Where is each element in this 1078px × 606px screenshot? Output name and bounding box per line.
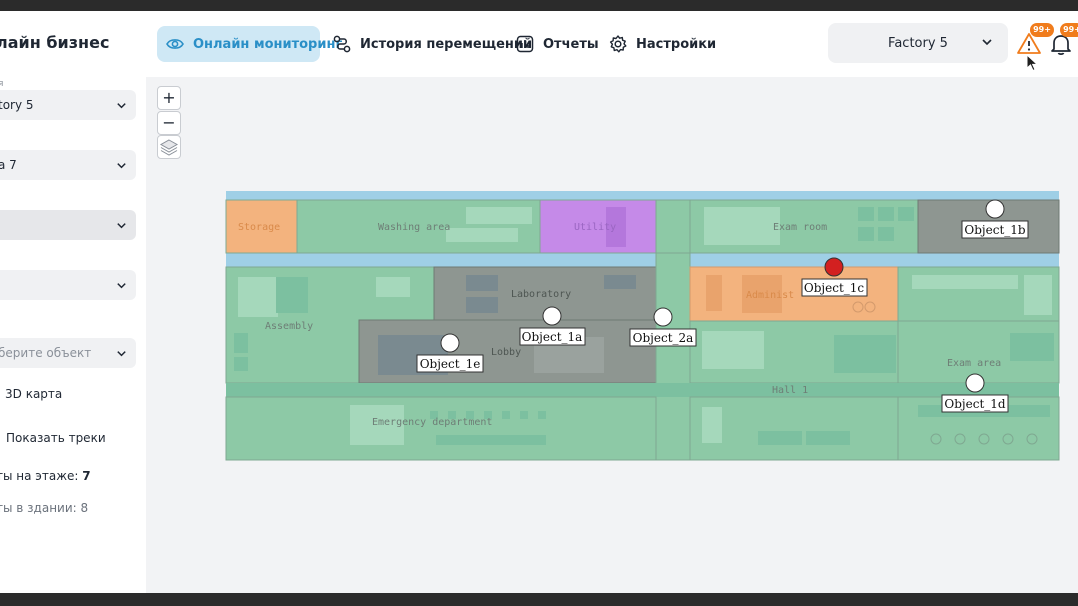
stat-objects-on-floor: ты на этаже: 7	[0, 469, 91, 483]
nav-label: Настройки	[636, 36, 717, 52]
room-label: Emergency department	[372, 417, 492, 428]
object-label: Object_1d	[944, 397, 1006, 411]
room-furniture	[806, 431, 850, 445]
room-label: Utility	[574, 222, 616, 233]
corridor-vertical	[655, 252, 691, 461]
factory-select-value: Factory 5	[888, 35, 948, 51]
app-window: лайн бизнес Онлайн мониторинг История пе…	[0, 11, 1078, 593]
type-select[interactable]	[0, 270, 136, 300]
stat-building-value: 8	[80, 501, 89, 515]
building-select-value: tory 5	[0, 98, 34, 112]
room-furniture	[834, 335, 896, 373]
room-exam-furniture	[858, 207, 874, 221]
hall-1[interactable]	[226, 383, 1059, 397]
zoom-out-button[interactable]: −	[157, 111, 181, 135]
layers-button[interactable]	[157, 135, 181, 159]
room-emergency-furniture	[538, 411, 546, 419]
room-laboratory-furniture	[466, 297, 498, 313]
sidebar: я tory 5 а 7 берите объект 3D карта Пока…	[0, 77, 146, 593]
map-viewport[interactable]: Storage Washing area Utility Exam room L…	[146, 77, 1078, 593]
building-field-label: я	[0, 79, 4, 89]
chevron-down-icon	[982, 39, 992, 46]
stat-floor-label: ты на этаже:	[0, 469, 79, 483]
object-select-placeholder: берите объект	[0, 346, 92, 360]
object-label: Object_1e	[420, 357, 481, 371]
room-exam-furniture	[878, 227, 894, 241]
mouse-cursor-icon	[1026, 54, 1039, 72]
room-laboratory-furniture	[604, 275, 636, 289]
chart-icon	[516, 35, 534, 53]
nav-label: Онлайн мониторинг	[193, 36, 343, 52]
room-assembly-furniture	[276, 277, 308, 313]
room-label: Administ	[746, 290, 794, 301]
object-label: Object_1a	[522, 330, 583, 344]
object-label: Object_2a	[633, 331, 694, 345]
room-furniture	[912, 275, 1018, 289]
floor-plan[interactable]: Storage Washing area Utility Exam room L…	[146, 77, 1078, 593]
room-assembly-furniture	[234, 357, 248, 371]
chevron-down-icon	[117, 103, 126, 109]
toggle-3d-map[interactable]: 3D карта	[5, 387, 62, 401]
object-label: Object_1b	[964, 223, 1026, 237]
corridor-vertical	[655, 199, 691, 254]
room-furniture	[702, 331, 764, 369]
room-emergency-furniture	[520, 411, 528, 419]
zone-select[interactable]	[0, 210, 136, 240]
room-exam-furniture	[858, 227, 874, 241]
room-emergency-furniture	[436, 435, 546, 445]
room-exam-furniture	[898, 207, 914, 221]
object-label: Object_1c	[804, 281, 865, 295]
stat-objects-in-building: ты в здании: 8	[0, 501, 88, 515]
room-label: Washing area	[378, 222, 450, 233]
chevron-down-icon	[117, 351, 126, 357]
toggle-show-tracks[interactable]: Показать треки	[6, 431, 106, 445]
floor-select-value: а 7	[0, 158, 17, 172]
chevron-down-icon	[117, 223, 126, 229]
room-exam-furniture	[878, 207, 894, 221]
room-furniture	[1024, 275, 1052, 315]
room-label: Laboratory	[511, 289, 571, 300]
window-frame-top	[0, 0, 1078, 11]
zoom-in-button[interactable]: +	[157, 86, 181, 110]
room-label: Storage	[238, 222, 280, 233]
room-label: Exam room	[773, 222, 827, 233]
room-washing-furniture	[446, 228, 518, 242]
nav-reports[interactable]: Отчеты	[507, 26, 607, 62]
building-select[interactable]: tory 5	[0, 90, 136, 120]
room-furniture	[758, 431, 802, 445]
room-emergency-department[interactable]	[225, 396, 657, 461]
room-furniture	[702, 407, 722, 443]
chevron-down-icon	[117, 283, 126, 289]
window-frame-bottom	[0, 593, 1078, 606]
room-laboratory-furniture	[466, 275, 498, 291]
room-emergency-furniture	[502, 411, 510, 419]
nav-settings[interactable]: Настройки	[600, 26, 724, 62]
room-label: Assembly	[265, 321, 313, 332]
nav-online-monitoring[interactable]: Онлайн мониторинг	[157, 26, 342, 62]
room-admin-furniture	[706, 275, 722, 311]
gear-icon	[609, 35, 627, 53]
nav-label: Отчеты	[543, 36, 599, 52]
layers-icon	[159, 139, 179, 156]
notifications-badge: 99+	[1060, 23, 1078, 37]
stat-building-label: ты в здании:	[0, 501, 77, 515]
top-header: лайн бизнес Онлайн мониторинг История пе…	[0, 11, 1078, 77]
floor-select[interactable]: а 7	[0, 150, 136, 180]
room-exam-furniture	[704, 207, 780, 245]
factory-select[interactable]: Factory 5	[828, 23, 1008, 63]
stat-floor-value: 7	[82, 469, 91, 483]
room-label: Exam area	[947, 358, 1001, 369]
chevron-down-icon	[117, 163, 126, 169]
room-assembly-furniture	[376, 277, 410, 297]
room-assembly-furniture	[234, 333, 248, 353]
object-select[interactable]: берите объект	[0, 338, 136, 368]
eye-icon	[166, 39, 184, 49]
room-washing-furniture	[466, 207, 532, 224]
brand-title: лайн бизнес	[0, 33, 110, 52]
route-icon	[333, 35, 351, 53]
room-label: Hall 1	[772, 385, 808, 396]
room-assembly-furniture	[238, 277, 278, 317]
room-furniture	[1010, 333, 1054, 361]
room-label: Lobby	[491, 347, 521, 358]
